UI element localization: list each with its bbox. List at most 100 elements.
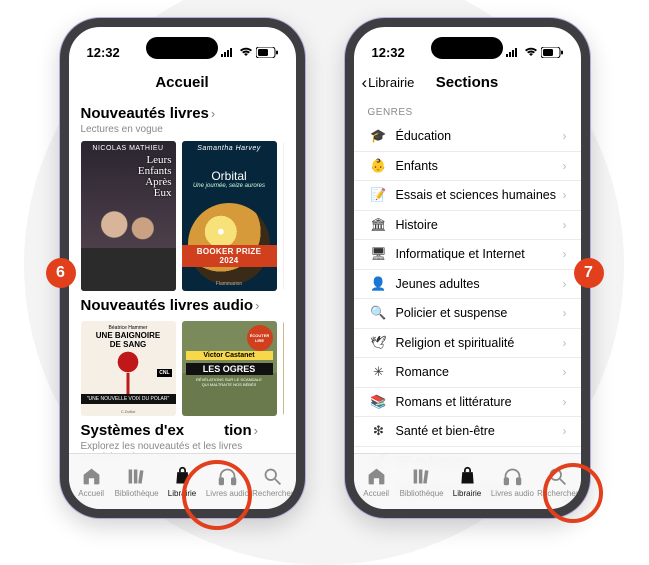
tab-label: Livres audio [491,489,534,498]
genre-item[interactable]: 📚Romans et littérature› [354,388,581,418]
genre-item[interactable]: 🏛Histoire› [354,211,581,241]
genre-label: Informatique et Internet [390,247,563,261]
page-header: ‹Librairie Sections [354,67,581,99]
genre-item[interactable]: 📝Essais et sciences humaines› [354,181,581,211]
audiobook-cover-baignoire[interactable]: Béatrice Hammer UNE BAIGNOIRE DE SANG CN… [81,321,176,416]
genre-icon: ❇ [368,423,390,439]
tab-accueil[interactable]: Accueil [354,454,399,509]
book-cover-partial[interactable] [283,141,284,291]
tab-bar: Accueil Bibliothèque Librairie Livres au… [69,453,296,509]
genre-icon: 🖥 [368,246,390,262]
genres-heading: GENRES [354,99,581,122]
genre-item[interactable]: ✳Romance› [354,358,581,388]
genre-item[interactable]: ❇Santé et bien-être› [354,417,581,447]
cnl-badge: CNL [157,369,171,377]
tab-label: Rechercher [537,489,578,498]
book-author: NICOLAS MATHIEU [81,145,176,152]
wifi-icon [239,47,253,57]
tab-label: Bibliothèque [400,489,444,498]
genre-icon: 🕊 [368,335,390,351]
tab-label: Rechercher [252,489,293,498]
genre-item[interactable]: 🕊Religion et spiritualité› [354,329,581,359]
genre-item[interactable]: 🎓Éducation› [354,122,581,152]
genre-label: Romans et littérature [390,395,563,409]
back-label: Librairie [368,67,414,99]
audiobook-cover-partial[interactable] [283,321,284,416]
tab-bar: Accueil Bibliothèque Librairie Livres au… [354,453,581,509]
genre-label: Policier et suspense [390,306,563,320]
library-icon [411,466,432,487]
tab-label: Livres audio [206,489,249,498]
tab-bibliotheque[interactable]: Bibliothèque [114,454,159,509]
step-badge-7: 7 [574,258,604,288]
genre-icon: ✳ [368,364,390,380]
genre-label: Religion et spiritualité [390,336,563,350]
tab-rechercher[interactable]: Rechercher [250,454,295,509]
home-icon [366,466,387,487]
chevron-left-icon: ‹ [362,67,368,99]
section-new-audiobooks[interactable]: Nouveautés livres audio› Béatrice Hammer… [69,291,296,416]
genre-item[interactable]: 🔍Policier et suspense› [354,299,581,329]
genre-icon: 🎓 [368,128,390,144]
genre-label: Histoire [390,218,563,232]
chevron-right-icon: › [254,423,258,438]
listen-read-badge: ÉCOUTER LIRE [247,325,273,351]
book-title: Leurs Enfants Après Eux [138,155,172,199]
chevron-right-icon: › [563,395,567,409]
book-imprint: Flammarion [182,281,277,287]
tab-librairie[interactable]: Librairie [444,454,489,509]
genre-icon: 📝 [368,187,390,203]
tab-label: Accueil [78,489,104,498]
book-cover-mathieu[interactable]: NICOLAS MATHIEU Leurs Enfants Après Eux [81,141,176,291]
audiobook-cover-ogres[interactable]: ÉCOUTER LIRE Victor Castanet LES OGRES R… [182,321,277,416]
status-time: 12:32 [87,45,120,60]
section-title-prefix: Systèmes d'ex [81,422,185,439]
genres-list: 🎓Éducation›👶Enfants›📝Essais et sciences … [354,122,581,506]
chevron-right-icon: › [563,277,567,291]
chevron-right-icon: › [563,129,567,143]
chevron-right-icon: › [255,298,259,313]
chevron-right-icon: › [563,365,567,379]
bag-icon [172,466,193,487]
home-icon [81,466,102,487]
section-new-books[interactable]: Nouveautés livres› Lectures en vogue NIC… [69,99,296,291]
phone-sections: 7 12:32 ‹Librairie Sections GENRES 🎓Éduc… [345,18,590,518]
tab-librairie[interactable]: Librairie [159,454,204,509]
genre-label: Essais et sciences humaines [390,188,563,202]
chevron-right-icon: › [563,159,567,173]
section-title: Nouveautés livres [81,105,209,122]
tab-accueil[interactable]: Accueil [69,454,114,509]
genre-label: Jeunes adultes [390,277,563,291]
signal-icon [221,47,236,57]
battery-icon [256,47,278,58]
tab-livres-audio[interactable]: Livres audio [490,454,535,509]
book-cover-orbital[interactable]: Samantha Harvey Une journée, seize auror… [182,141,277,291]
genre-item[interactable]: 👤Jeunes adultes› [354,270,581,300]
genre-item[interactable]: 👶Enfants› [354,152,581,182]
chevron-right-icon: › [563,247,567,261]
headphones-icon [502,466,523,487]
page-title: Accueil [69,67,296,99]
search-icon [547,466,568,487]
audiobook-author-band: Victor Castanet [186,351,273,360]
genre-icon: 🔍 [368,305,390,321]
back-button[interactable]: ‹Librairie [362,67,415,99]
chevron-right-icon: › [563,218,567,232]
tab-bibliotheque[interactable]: Bibliothèque [399,454,444,509]
tab-label: Librairie [453,489,481,498]
genre-label: Santé et bien-être [390,424,563,438]
headphones-icon [217,466,238,487]
wifi-icon [524,47,538,57]
genre-item[interactable]: 🖥Informatique et Internet› [354,240,581,270]
audiobook-title: LES OGRES [186,363,273,375]
genre-label: Enfants [390,159,563,173]
genre-label: Romance [390,365,563,379]
tab-rechercher[interactable]: Rechercher [535,454,580,509]
chevron-right-icon: › [563,424,567,438]
section-title-suffix: tion [224,422,252,439]
tab-livres-audio[interactable]: Livres audio [205,454,250,509]
chevron-right-icon: › [563,306,567,320]
dynamic-island [146,37,218,59]
book-subtitle-small: Une journée, seize aurores [182,183,277,189]
phone-librairie: 6 12:32 Accueil Nouveautés livres› Lectu… [60,18,305,518]
